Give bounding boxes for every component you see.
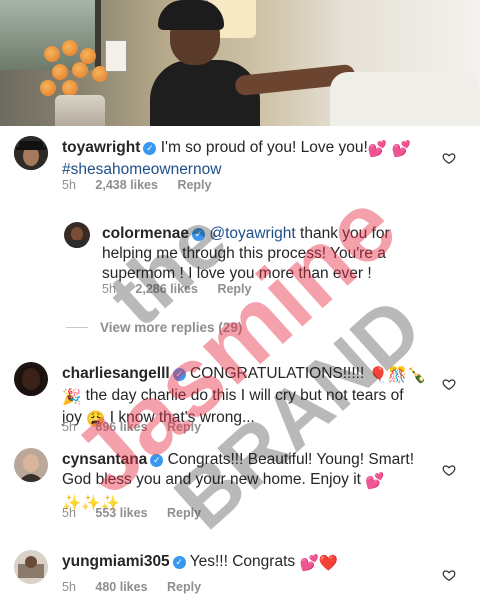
comment-likes[interactable]: 480 likes [95, 580, 147, 594]
comment-text-line1: Congrats!!! Beautiful! Young! Smart! [167, 451, 415, 468]
comment-text-line2: the day charlie do this I will cry but n… [81, 387, 404, 404]
avatar-image [14, 362, 48, 396]
two-hearts-emoji-icon: 💕 💕 [367, 141, 411, 158]
verified-badge-icon: ✓ [192, 228, 206, 241]
avatar[interactable] [14, 448, 48, 482]
comment-colormenae: colormenae ✓ @toyawright thank you for he… [0, 214, 480, 304]
red-heart-emoji-icon: ❤️ [318, 555, 339, 572]
view-more-label: View more replies (29) [100, 320, 243, 335]
reply-button[interactable]: Reply [177, 178, 211, 192]
photo-vase [55, 95, 105, 126]
comment-text: Yes!!! Congrats [189, 553, 296, 570]
like-heart-icon[interactable] [442, 151, 456, 165]
comment-time: 5h [102, 282, 116, 296]
comment-yungmiami305: yungmiami305 ✓ Yes!!! Congrats 💕❤️ 5h 480… [0, 540, 480, 600]
comment-charliesangelll: charliesangelll ✓ CONGRATULATIONS!!!!! 🎈🎊… [0, 352, 480, 442]
verified-badge-icon: ✓ [143, 142, 157, 155]
photo-tag [105, 40, 127, 72]
post-photo [0, 0, 480, 126]
avatar[interactable] [64, 222, 90, 248]
view-more-replies-button[interactable]: View more replies (29) [66, 320, 242, 335]
avatar[interactable] [14, 136, 48, 170]
avatar[interactable] [14, 550, 48, 584]
comment-username[interactable]: charliesangelll [62, 365, 170, 382]
reply-button[interactable]: Reply [167, 420, 201, 434]
avatar-image [14, 550, 48, 584]
comment-text-line2: helping me through this process! You're … [102, 245, 386, 262]
reply-button[interactable]: Reply [217, 282, 251, 296]
comment-text-line1: thank you for [295, 225, 390, 242]
comment-cynsantana: cynsantana ✓ Congrats!!! Beautiful! Young… [0, 438, 480, 528]
comment-likes[interactable]: 553 likes [95, 506, 147, 520]
avatar-image [64, 222, 90, 248]
comment-time: 5h [62, 506, 76, 520]
verified-badge-icon: ✓ [150, 454, 164, 467]
comment-time: 5h [62, 420, 76, 434]
comment-text-line2: God bless you and your new home. Enjoy i… [62, 471, 361, 488]
comment-time: 5h [62, 178, 76, 192]
avatar-image [14, 136, 48, 170]
comment-username[interactable]: colormenae [102, 225, 189, 242]
comment-text-line1: CONGRATULATIONS!!!!! [190, 365, 365, 382]
two-hearts-emoji-icon: 💕 [299, 555, 319, 572]
photo-chair [330, 72, 480, 126]
comment-likes[interactable]: 2,438 likes [95, 178, 158, 192]
like-heart-icon[interactable] [442, 463, 456, 477]
avatar-image [14, 448, 48, 482]
comment-toyawright: toyawright ✓ I'm so proud of you! Love yo… [0, 126, 480, 196]
divider-line [66, 327, 88, 328]
comment-likes[interactable]: 896 likes [95, 420, 147, 434]
photo-person [150, 0, 270, 126]
gift-emoji-icon: 🎊 [387, 367, 408, 384]
verified-badge-icon: ✓ [172, 556, 186, 569]
verified-badge-icon: ✓ [172, 368, 186, 381]
reply-button[interactable]: Reply [167, 506, 201, 520]
like-heart-icon[interactable] [442, 568, 456, 582]
comment-username[interactable]: toyawright [62, 139, 140, 156]
comment-text-line3: supermom ! I love you more than ever ! [102, 265, 372, 282]
reply-button[interactable]: Reply [167, 580, 201, 594]
comment-username[interactable]: cynsantana [62, 451, 147, 468]
two-hearts-emoji-icon: 💕 [365, 473, 385, 490]
bottle-emoji-icon: 🍾 [407, 367, 427, 384]
comment-likes[interactable]: 2,286 likes [135, 282, 198, 296]
balloon-emoji-icon: 🎈 [368, 367, 388, 384]
comment-text: I'm so proud of you! Love you! [160, 139, 368, 156]
avatar[interactable] [14, 362, 48, 396]
mention-link[interactable]: @toyawright [209, 225, 295, 242]
comment-username[interactable]: yungmiami305 [62, 553, 170, 570]
like-heart-icon[interactable] [442, 377, 456, 391]
hashtag-link[interactable]: #shesahomeownernow [62, 161, 221, 178]
comment-time: 5h [62, 580, 76, 594]
party-popper-emoji-icon: 🎉 [62, 389, 82, 406]
